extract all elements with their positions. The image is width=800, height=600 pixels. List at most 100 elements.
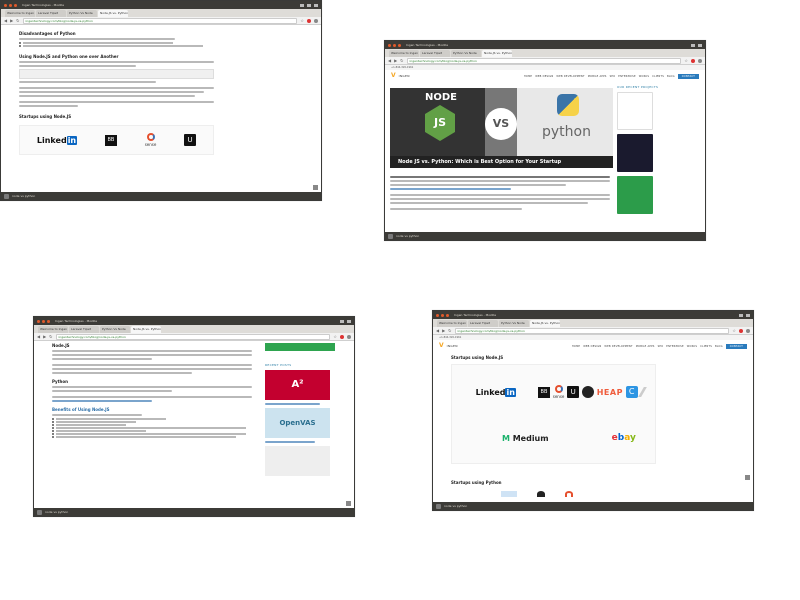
maximize-window-icon[interactable]: [47, 319, 50, 323]
extension-icon[interactable]: [691, 58, 695, 63]
extension-icon[interactable]: [340, 334, 344, 339]
taskbar-app-icon[interactable]: [4, 193, 9, 199]
tray-icon[interactable]: [691, 43, 695, 47]
taskbar-app-icon[interactable]: [388, 233, 393, 239]
browser-tab[interactable]: Laravel Tipsit: [468, 320, 498, 327]
project-thumbnail[interactable]: [617, 92, 653, 130]
close-window-icon[interactable]: [436, 313, 439, 317]
project-thumbnail[interactable]: [617, 176, 653, 214]
contact-button[interactable]: CONTACT: [725, 343, 747, 349]
url-input[interactable]: ingentechnology.com/blog/node-js-vs-pyth…: [406, 57, 682, 64]
maximize-window-icon[interactable]: [446, 313, 449, 317]
browser-tab[interactable]: Python Vs Node: [67, 10, 97, 17]
taskbar-app-icon[interactable]: [436, 503, 441, 509]
angular-post-image[interactable]: A²: [265, 370, 330, 400]
browser-tab[interactable]: Laravel Tipsit: [36, 10, 66, 17]
browser-tab-active[interactable]: Node.JS vs. Python: [530, 320, 560, 327]
tray-icon[interactable]: [300, 3, 304, 7]
nav-web-design[interactable]: WEB DESIGN: [535, 75, 553, 78]
extension-icon[interactable]: [307, 18, 311, 23]
site-brand[interactable]: INGEN: [447, 344, 458, 348]
menu-icon[interactable]: [347, 334, 351, 339]
browser-tab[interactable]: Welcome to Ingen: [5, 10, 35, 17]
back-arrow-icon[interactable]: ◀: [436, 328, 439, 333]
forward-arrow-icon[interactable]: ▶: [10, 18, 13, 23]
reload-icon[interactable]: ↻: [448, 328, 451, 333]
browser-tab-active[interactable]: Node.JS vs. Python: [482, 50, 512, 57]
maximize-window-icon[interactable]: [14, 3, 17, 7]
back-arrow-icon[interactable]: ◀: [388, 58, 391, 63]
tray-icon[interactable]: [746, 313, 750, 317]
forward-arrow-icon[interactable]: ▶: [43, 334, 46, 339]
taskbar-app-icon[interactable]: [37, 509, 42, 515]
nav-seo[interactable]: SEO: [610, 75, 616, 78]
sidebar-cta[interactable]: [265, 343, 335, 351]
openvas-post-image[interactable]: OpenVAS: [265, 408, 330, 438]
tray-icon[interactable]: [698, 43, 702, 47]
browser-tab[interactable]: Welcome to Ingen: [437, 320, 467, 327]
browser-tab[interactable]: Laravel Tipsit: [420, 50, 450, 57]
back-arrow-icon[interactable]: ◀: [4, 18, 7, 23]
url-input[interactable]: ingentechnology.com/blog/node-js-vs-pyth…: [55, 333, 331, 340]
nav-web-design[interactable]: WEB DESIGN: [583, 345, 601, 348]
browser-tab[interactable]: Python Vs Node: [100, 326, 130, 333]
star-icon[interactable]: ☆: [300, 18, 304, 23]
nav-mobile-apps[interactable]: MOBILE APPS: [636, 345, 655, 348]
star-icon[interactable]: ☆: [333, 334, 337, 339]
close-window-icon[interactable]: [4, 3, 7, 7]
browser-tab[interactable]: Welcome to Ingen: [389, 50, 419, 57]
browser-tab[interactable]: Python Vs Node: [499, 320, 529, 327]
menu-icon[interactable]: [746, 328, 750, 333]
nav-clients[interactable]: CLIENTS: [700, 345, 712, 348]
tray-icon[interactable]: [340, 319, 344, 323]
extension-icon[interactable]: [739, 328, 743, 333]
minimize-window-icon[interactable]: [393, 43, 396, 47]
nav-home[interactable]: HOME: [524, 75, 532, 78]
scroll-to-top-button[interactable]: [313, 185, 318, 190]
forward-arrow-icon[interactable]: ▶: [442, 328, 445, 333]
browser-tab-active[interactable]: Node.JS vs. Python: [131, 326, 161, 333]
reload-icon[interactable]: ↻: [49, 334, 52, 339]
close-window-icon[interactable]: [388, 43, 391, 47]
minimize-window-icon[interactable]: [9, 3, 12, 7]
tray-icon[interactable]: [347, 319, 351, 323]
scroll-to-top-button[interactable]: [346, 501, 351, 506]
scroll-to-top-button[interactable]: [745, 475, 750, 480]
browser-tab-active[interactable]: Node.JS vs. Python: [98, 10, 128, 17]
ingen-logo-icon[interactable]: V: [391, 73, 396, 79]
reload-icon[interactable]: ↻: [400, 58, 403, 63]
nav-enterprise[interactable]: ENTERPRISE: [666, 345, 683, 348]
site-brand[interactable]: INGEN: [399, 74, 410, 78]
nav-works[interactable]: WORKS: [687, 345, 697, 348]
tray-icon[interactable]: [739, 313, 743, 317]
project-thumbnail[interactable]: [617, 134, 653, 172]
tray-icon[interactable]: [314, 3, 318, 7]
url-input[interactable]: ingentechnology.com/blog/node-js-vs-pyth…: [22, 17, 298, 24]
nav-clients[interactable]: CLIENTS: [652, 75, 664, 78]
menu-icon[interactable]: [698, 58, 702, 63]
nav-seo[interactable]: SEO: [658, 345, 664, 348]
nav-mobile-apps[interactable]: MOBILE APPS: [588, 75, 607, 78]
reload-icon[interactable]: ↻: [16, 18, 19, 23]
nav-enterprise[interactable]: ENTERPRISE: [618, 75, 635, 78]
nav-home[interactable]: HOME: [572, 345, 580, 348]
nav-web-development[interactable]: WEB DEVELOPMENT: [556, 75, 584, 78]
browser-tab[interactable]: Python Vs Node: [451, 50, 481, 57]
browser-tab[interactable]: Welcome to Ingen: [38, 326, 68, 333]
browser-tab[interactable]: Laravel Tipsit: [69, 326, 99, 333]
tray-icon[interactable]: [307, 3, 311, 7]
ingen-logo-icon[interactable]: V: [439, 343, 444, 349]
nav-works[interactable]: WORKS: [639, 75, 649, 78]
back-arrow-icon[interactable]: ◀: [37, 334, 40, 339]
nav-web-development[interactable]: WEB DEVELOPMENT: [604, 345, 632, 348]
minimize-window-icon[interactable]: [42, 319, 45, 323]
close-window-icon[interactable]: [37, 319, 40, 323]
contact-button[interactable]: CONTACT: [677, 73, 699, 79]
nav-blog[interactable]: BLOG: [715, 345, 723, 348]
url-input[interactable]: ingentechnology.com/blog/node-js-vs-pyth…: [454, 327, 730, 334]
star-icon[interactable]: ☆: [732, 328, 736, 333]
minimize-window-icon[interactable]: [441, 313, 444, 317]
nav-blog[interactable]: BLOG: [667, 75, 675, 78]
maximize-window-icon[interactable]: [398, 43, 401, 47]
post-image[interactable]: [265, 446, 330, 476]
